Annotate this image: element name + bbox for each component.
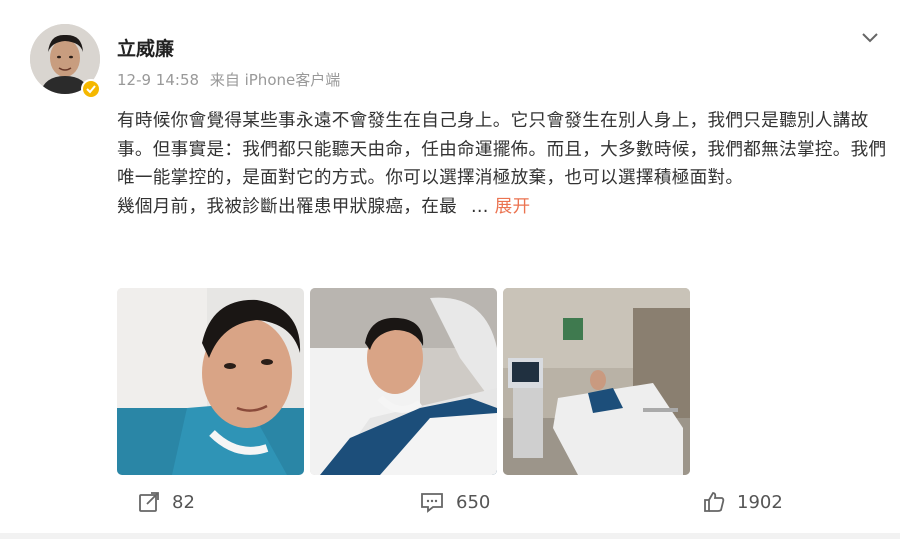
photo-hospital-room[interactable] [503,288,690,475]
weibo-post-card: 立威廉 12-9 14:58 来自 iPhone客户端 有時候你會覺得某些事永遠… [0,0,900,539]
verified-badge-icon [81,79,101,99]
repost-button[interactable]: 82 [138,491,195,513]
post-paragraph-1: 有時候你會覺得某些事永遠不會發生在自己身上。它只會發生在別人身上，我們只是聽別人… [117,111,887,188]
post-paragraph-2-text: 幾個月前，我被診斷出罹患甲狀腺癌，在最 [117,196,457,217]
comment-button[interactable]: 650 [420,491,490,513]
post-text: 有時候你會覺得某些事永遠不會發生在自己身上。它只會發生在別人身上，我們只是聽別人… [117,107,887,221]
divider [0,533,900,539]
username[interactable]: 立威廉 [117,34,174,61]
thumbs-up-icon [704,492,725,512]
ellipsis: ... [470,196,489,217]
timestamp[interactable]: 12-9 14:58 [117,71,199,89]
repost-count: 82 [172,491,195,513]
photo-lying-bed[interactable] [310,288,497,475]
comment-count: 650 [456,491,491,513]
like-button[interactable]: 1902 [703,491,783,513]
action-bar: 82 650 1902 [0,485,900,525]
comment-icon [421,493,443,513]
like-count: 1902 [737,491,783,513]
post-paragraph-2: 幾個月前，我被診斷出罹患甲狀腺癌，在最... 展开 [117,193,887,222]
post-meta: 12-9 14:58 来自 iPhone客户端 [117,69,346,90]
share-icon [139,492,159,512]
expand-link[interactable]: 展开 [495,197,531,217]
photo-selfie-hospital[interactable] [117,288,304,475]
post-source: 来自 iPhone客户端 [209,71,341,89]
chevron-down-icon[interactable] [860,30,880,44]
